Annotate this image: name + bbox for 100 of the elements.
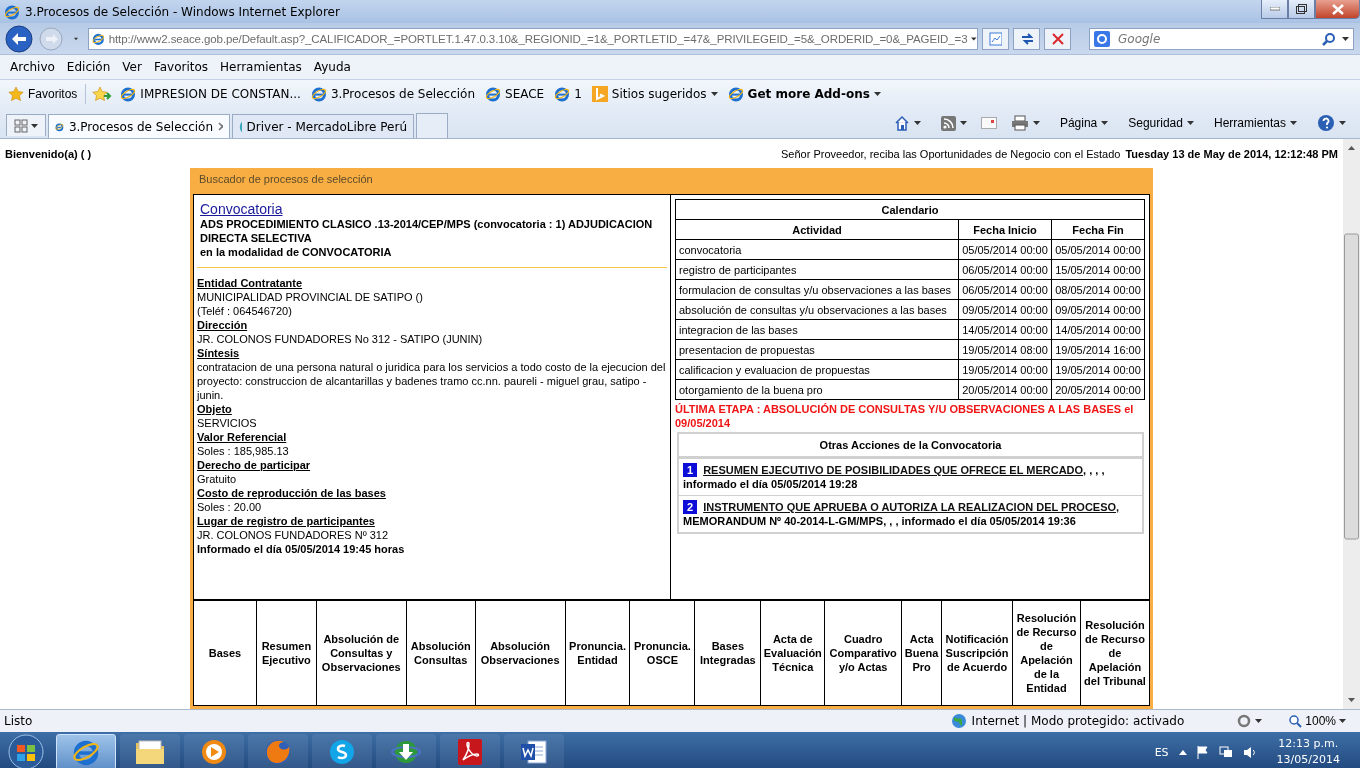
table-cell: formulacion de consultas y/u observaciones a las bases [675,279,959,300]
close-button[interactable] [1315,0,1360,19]
zoom-button[interactable]: 100% [1282,713,1360,729]
field-value: contratacion de una persona natural o juridica para los servicios a todo costo de la ejecucion del proyecto: construccion de alcantarillas y badenes tramo cc.nn. paureli - miguel grau, satipo - junin. [197,360,667,402]
menu-item[interactable]: Ver [116,58,148,76]
field-label: Derecho de participar [197,458,312,472]
field-label: Síntesis [197,346,241,360]
command-menu[interactable]: Seguridad [1122,115,1200,131]
refresh-icon [1020,31,1033,46]
feed-icon [940,115,956,131]
table-cell: 14/05/2014 00:00 [1051,319,1145,340]
column-header: Actividad [675,219,959,240]
table-cell: 19/05/2014 00:00 [958,359,1052,380]
taskbar-button[interactable] [56,734,116,768]
favorite-link[interactable]: 1 [552,84,584,104]
stop-button[interactable] [1044,27,1071,50]
column-header: Fecha Fin [1051,219,1145,240]
column-header: Absolución Observaciones [475,600,566,706]
browser-tab[interactable]: 3.Procesos de Selección [48,114,230,138]
table-cell: 19/05/2014 00:00 [1051,359,1145,380]
date-text: Tuesday 13 de May de 2014, 12:12:48 PM [1125,148,1338,160]
favorites-button[interactable]: Favoritos [6,84,80,104]
table-cell: 06/05/2014 00:00 [958,279,1052,300]
flag-icon[interactable] [1196,745,1209,759]
search-box[interactable]: Google [1089,27,1354,50]
menu-item[interactable]: Herramientas [214,58,308,76]
word-document-icon [520,738,548,766]
browser-icon [727,86,744,102]
command-menu[interactable]: Herramientas [1207,115,1303,131]
show-hidden-icons-icon[interactable] [1178,749,1187,755]
chat-icon [328,738,356,766]
speaker-icon[interactable] [1242,745,1257,759]
favorite-link[interactable]: Get more Add-ons [725,84,883,104]
media-player-icon [200,738,228,766]
download-icon [391,738,421,766]
page-icon [989,31,1002,46]
taskbar-button[interactable] [120,734,180,768]
status-text: Listo [4,714,33,728]
table-cell: integracion de las bases [675,319,959,340]
network-icon[interactable] [1218,745,1233,759]
table-cell: 20/05/2014 00:00 [958,379,1052,400]
command-menu[interactable]: Página [1053,115,1115,131]
caret-icon [31,123,38,128]
favorite-link[interactable]: 3.Procesos de Selección [308,84,478,104]
taskbar-button[interactable] [312,734,372,768]
action-link[interactable]: INSTRUMENTO QUE APRUEBA O AUTORIZA LA REALIZACION DEL PROCESO, [703,501,1120,513]
menu-item[interactable]: Ayuda [307,58,357,76]
column-header: Acta de Evaluación Técnica [760,600,825,706]
table-cell: 15/05/2014 00:00 [1051,259,1145,280]
menu-item[interactable]: Favoritos [147,58,215,76]
column-header: Pronuncia. Entidad [565,600,630,706]
search-engine-icon [1094,30,1110,47]
caret-icon [74,36,78,41]
taskbar-button[interactable] [504,734,564,768]
table-cell: convocatoria [675,239,959,260]
informed-text: Informado el día 05/05/2014 19:45 horas [197,542,406,556]
address-field[interactable]: http://www2.seace.gob.pe/Default.asp?_CALIFICADOR_=PORTLET.1.47.0.3.10&_REGIONID_=1&_PORTLETID_=47&_PRIVILEGEID_=5&_ORDERID_=0&_PAGEID_=3 [88,27,978,50]
action-text: 2 INSTRUMENTO QUE APRUEBA O AUTORIZA LA REALIZACION DEL PROCESO, MEMORANDUM Nº 40-2014-L-GM/MPS, , , informado el día 05/05/2014 19:36 [683,500,1121,528]
pdf-document-icon [457,738,483,766]
field-value: SERVICIOS [197,416,258,430]
browser-icon [310,86,327,102]
menu-item[interactable]: Edición [60,58,117,76]
caret-icon [710,92,718,96]
grid-icon [14,118,28,133]
globe-icon [950,713,967,729]
favorite-link[interactable]: Sitios sugeridos [589,84,720,104]
scrollbar[interactable] [1343,139,1360,709]
table-cell: 20/05/2014 00:00 [1051,379,1145,400]
help-icon [1317,114,1335,132]
home-icon [893,115,910,131]
taskbar-button[interactable] [376,734,436,768]
convocatoria-link[interactable]: Convocatoria [200,201,283,217]
bing-icon [591,86,608,102]
menu-item[interactable]: Archivo [4,58,61,76]
start-button[interactable] [7,733,45,768]
favorite-link[interactable]: SEACE [483,84,547,104]
field-label: Lugar de registro de participantes [197,514,376,528]
magnifier-icon [1288,714,1303,728]
taskbar-button[interactable] [184,734,244,768]
table-cell: 05/05/2014 00:00 [1051,239,1145,260]
refresh-button[interactable] [1013,27,1040,50]
restore-button[interactable] [1288,0,1315,19]
clock[interactable]: 12:13 p.m. 13/05/2014 [1276,736,1340,768]
modality-text: en la modalidad de CONVOCATORIA [200,245,393,259]
caret-icon [1255,719,1263,723]
caret-icon [1339,719,1346,723]
favorite-link[interactable]: IMPRESION DE CONSTAN... [118,84,303,104]
table-cell: presentacion de propuestas [675,339,959,360]
back-button[interactable] [4,23,34,54]
gear-icon [1236,714,1253,728]
add-favorite-icon[interactable] [92,86,113,102]
mail-icon[interactable] [980,117,997,129]
taskbar-button[interactable] [440,734,500,768]
field-value: Soles : 185,985.13 [197,444,290,458]
language-indicator[interactable]: ES [1154,745,1169,759]
quick-tabs-button[interactable] [6,114,46,136]
table-cell: 14/05/2014 00:00 [958,319,1052,340]
browser-tab[interactable]: Driver - MercadoLibre Perú [232,114,414,138]
table-cell: 19/05/2014 08:00 [958,339,1052,360]
column-header: Resolución de Recurso de Apelación del Tribunal [1080,600,1150,706]
